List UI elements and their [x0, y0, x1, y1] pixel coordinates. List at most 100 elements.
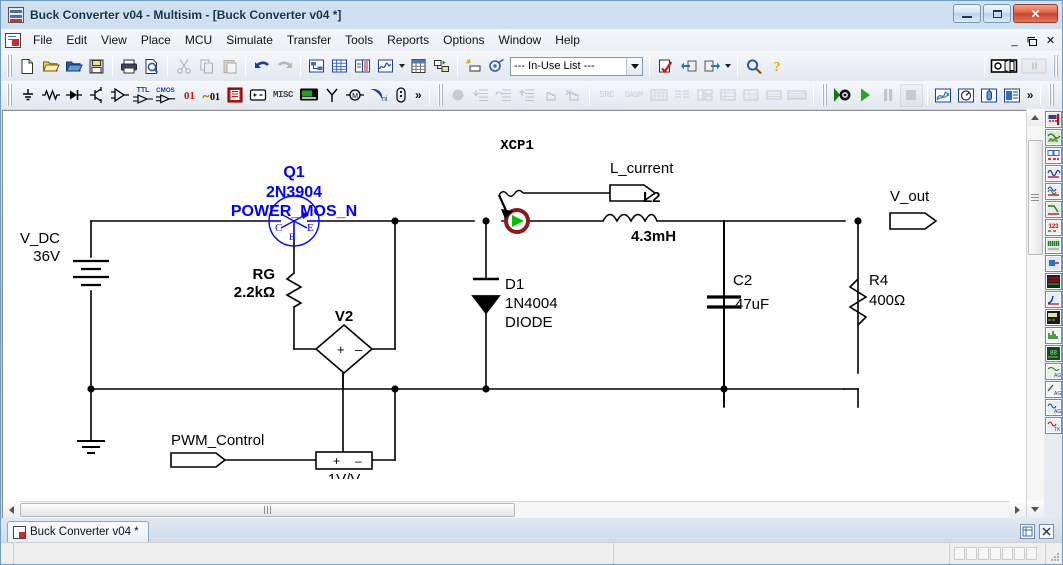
mcu-eeprom-icon[interactable] [763, 84, 786, 107]
forward-annotate-icon[interactable] [700, 55, 723, 78]
mixed-icon[interactable]: 01 [200, 84, 223, 107]
grapher-dropdown-arrow[interactable] [397, 55, 407, 78]
rf-icon[interactable] [320, 84, 343, 107]
simulation-overflow-chevron[interactable]: » [1024, 88, 1037, 102]
oscilloscope-icon[interactable] [1044, 165, 1062, 182]
slideshow-icon[interactable] [989, 55, 1019, 78]
wattmeter-icon[interactable] [1044, 147, 1062, 164]
cmos-icon[interactable]: CMOS [154, 84, 177, 107]
menu-options[interactable]: Options [436, 30, 491, 50]
undo-icon[interactable] [250, 55, 273, 78]
sp-probe-icon[interactable] [351, 55, 374, 78]
frequency-counter-icon[interactable]: 123 [1044, 219, 1062, 236]
mcu-dasm-icon[interactable]: DASM [620, 84, 648, 107]
basic-icon[interactable] [39, 84, 62, 107]
multimeter-icon[interactable] [1044, 111, 1062, 128]
toolbar-grip[interactable] [820, 84, 828, 106]
vscroll-track[interactable] [1026, 126, 1044, 501]
grapher-icon[interactable] [374, 55, 397, 78]
ni-components-icon[interactable]: ni [366, 84, 389, 107]
analog-icon[interactable] [108, 84, 131, 107]
hscroll-thumb[interactable] [20, 502, 515, 517]
mcu-ram-icon[interactable] [786, 84, 809, 107]
mdi-restore-button[interactable] [1024, 31, 1041, 47]
save-icon[interactable] [85, 55, 108, 78]
function-generator-icon[interactable] [1044, 129, 1062, 146]
four-channel-oscilloscope-icon[interactable] [1044, 183, 1062, 200]
in-use-list-dropdown-button[interactable] [626, 57, 642, 75]
tab-close-button[interactable] [1039, 524, 1054, 539]
scroll-right-button[interactable] [1009, 501, 1026, 518]
tab-list-button[interactable] [1020, 524, 1035, 539]
misc-digital-icon[interactable]: 01 [177, 84, 200, 107]
scroll-up-button[interactable] [1026, 109, 1044, 126]
menu-simulate[interactable]: Simulate [219, 30, 280, 50]
pause-icon[interactable] [877, 84, 900, 107]
menu-edit[interactable]: Edit [59, 30, 94, 50]
mdi-minimize-button[interactable]: _ [1006, 31, 1023, 47]
hscroll-track[interactable] [20, 501, 1009, 518]
minimize-button[interactable] [953, 4, 981, 23]
schematic-viewport[interactable]: V_DC 36V C E B Q1 2N3904 POWER_MOS_N RG … [3, 111, 1026, 501]
distortion-analyzer-icon[interactable] [1044, 309, 1062, 326]
advanced-peripherals-icon[interactable] [297, 84, 320, 107]
open-design-icon[interactable] [62, 55, 85, 78]
interactive-settings-icon[interactable] [831, 84, 854, 107]
mdi-close-button[interactable]: ✕ [1042, 31, 1059, 47]
resize-grip[interactable] [1046, 543, 1062, 564]
design-toolbox-icon[interactable] [305, 55, 328, 78]
open-icon[interactable] [39, 55, 62, 78]
electromechanical-icon[interactable]: M [343, 84, 366, 107]
agilent-multimeter-icon[interactable]: AG [1044, 381, 1062, 398]
connectors-icon[interactable] [389, 84, 412, 107]
mcu-stack-icon[interactable] [694, 84, 717, 107]
diode-icon[interactable] [62, 84, 85, 107]
menu-reports[interactable]: Reports [380, 30, 436, 50]
word-generator-icon[interactable] [1044, 237, 1062, 254]
agilent-function-generator-icon[interactable]: AG [1044, 363, 1062, 380]
panel-icon[interactable] [1019, 55, 1049, 78]
mcu-sfr-icon[interactable] [740, 84, 763, 107]
zoom-region-icon[interactable] [1058, 84, 1063, 107]
instruments-icon[interactable] [1001, 84, 1024, 107]
paste-icon[interactable] [218, 55, 241, 78]
menu-window[interactable]: Window [492, 30, 549, 50]
in-use-list-combobox[interactable]: --- In-Use List --- [510, 56, 643, 76]
bode-plotter-icon[interactable] [1044, 201, 1062, 218]
mcu-registers-icon[interactable] [717, 84, 740, 107]
menu-help[interactable]: Help [548, 30, 587, 50]
stop-icon[interactable] [899, 83, 923, 107]
tab-buck-converter-v04[interactable]: Buck Converter v04 * [7, 521, 149, 542]
print-icon[interactable] [117, 55, 140, 78]
power-icon[interactable] [246, 84, 269, 107]
menu-place[interactable]: Place [134, 30, 178, 50]
annotate-dropdown-arrow[interactable] [723, 55, 733, 78]
close-button[interactable]: ✕ [1013, 4, 1058, 23]
back-annotate-icon[interactable] [677, 55, 700, 78]
schematic-canvas[interactable]: V_DC 36V C E B Q1 2N3904 POWER_MOS_N RG … [2, 110, 1026, 518]
logic-analyzer-icon[interactable] [1044, 273, 1062, 290]
mcu-step-over-icon[interactable] [493, 84, 516, 107]
maximize-button[interactable] [983, 4, 1011, 23]
copy-icon[interactable] [195, 55, 218, 78]
scroll-left-button[interactable] [3, 501, 20, 518]
mcu-step-out-icon[interactable] [516, 84, 539, 107]
vscroll-thumb[interactable] [1027, 140, 1043, 255]
mcu-memory-icon[interactable] [648, 84, 671, 107]
ttl-icon[interactable]: TTL [131, 84, 154, 107]
create-component-icon[interactable] [462, 55, 485, 78]
mcu-run-to-cursor-icon[interactable] [539, 84, 562, 107]
toolbar-grip[interactable] [6, 55, 13, 77]
print-preview-icon[interactable] [140, 55, 163, 78]
tektronix-oscilloscope-icon[interactable]: TK [1044, 417, 1062, 434]
horizontal-scrollbar[interactable] [3, 501, 1026, 518]
toolbar-grip[interactable] [1052, 55, 1059, 77]
cut-icon[interactable] [172, 55, 195, 78]
mcu-src-icon[interactable]: SRC [594, 84, 620, 107]
mcu-no-device-icon[interactable] [447, 84, 470, 107]
erc-icon[interactable] [654, 55, 677, 78]
menu-file[interactable]: File [26, 30, 59, 50]
spreadsheet-view-icon[interactable] [328, 55, 351, 78]
toolbar-grip[interactable] [6, 84, 13, 106]
menu-transfer[interactable]: Transfer [280, 30, 338, 50]
